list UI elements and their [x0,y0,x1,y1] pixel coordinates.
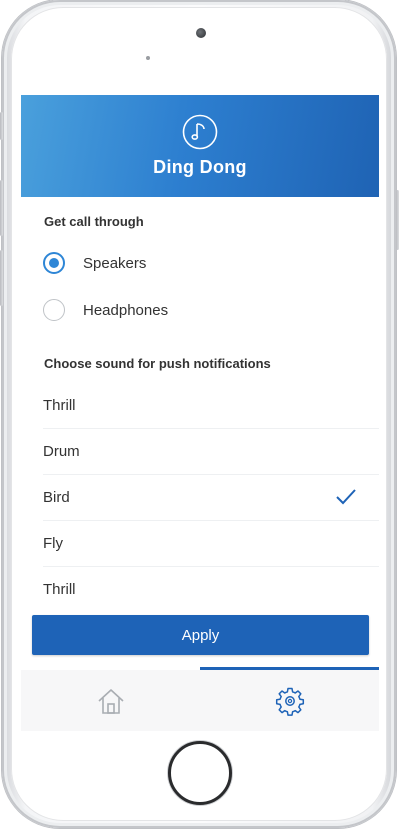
checkmark-icon [336,489,356,505]
volume-down-button [0,250,3,306]
sound-item-bird[interactable]: Bird [43,475,379,521]
tab-home[interactable] [21,670,200,731]
sound-label: Fly [43,535,63,552]
radio-button-unchecked[interactable] [43,299,65,321]
mute-switch [0,112,3,140]
sound-list: Thrill Drum Bird Fly Thrill [21,383,379,612]
proximity-sensor [146,56,150,60]
tab-bar [21,670,379,731]
home-icon [97,688,124,714]
sound-item-thrill-2[interactable]: Thrill [43,567,379,612]
notification-sound-title: Choose sound for push notifications [44,356,271,371]
sound-label: Bird [43,489,70,506]
radio-headphones[interactable]: Headphones [43,294,363,326]
sound-label: Drum [43,443,80,460]
front-camera [196,28,206,38]
sound-label: Thrill [43,397,76,414]
call-through-title: Get call through [44,214,144,229]
radio-label-headphones: Headphones [83,301,169,319]
radio-speakers[interactable]: Speakers [43,247,363,279]
home-hardware-button[interactable] [168,741,232,805]
apply-button[interactable]: Apply [32,615,369,655]
app-title: Ding Dong [153,157,247,177]
app-header: Ding Dong [21,95,379,197]
app-screen: Ding Dong Get call through Speakers Head… [21,95,379,731]
sound-label: Thrill [43,581,76,598]
radio-button-checked[interactable] [43,252,65,274]
tab-settings[interactable] [200,670,379,731]
music-note-icon [182,114,218,150]
volume-up-button [0,180,3,236]
gear-icon [275,687,304,716]
sound-item-fly[interactable]: Fly [43,521,379,567]
radio-label-speakers: Speakers [83,254,147,272]
sound-item-thrill[interactable]: Thrill [43,383,379,429]
power-button [396,190,399,250]
sound-item-drum[interactable]: Drum [43,429,379,475]
